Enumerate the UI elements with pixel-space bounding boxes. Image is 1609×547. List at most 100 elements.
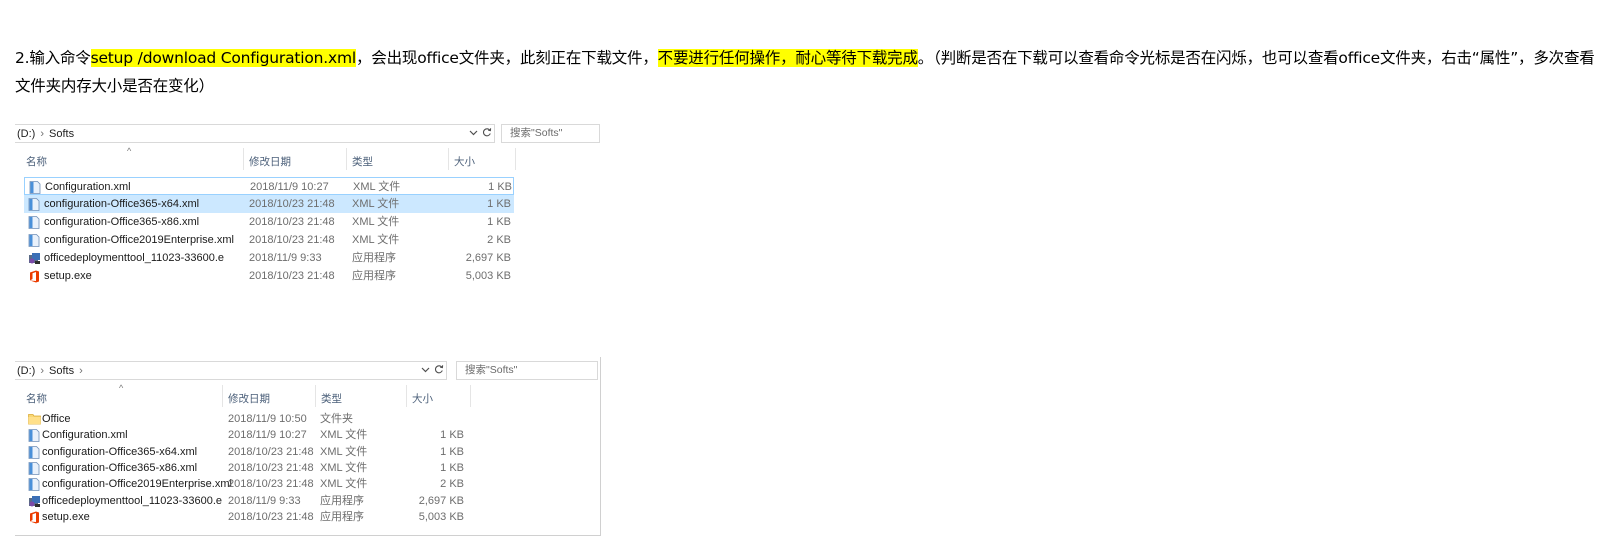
- column-header-row: ^ 名称 修改日期 类型 大小: [15, 146, 600, 172]
- file-row[interactable]: configuration-Office365-x64.xml 2018/10/2…: [24, 195, 514, 213]
- file-date: 2018/10/23 21:48: [228, 445, 314, 458]
- file-date: 2018/10/23 21:48: [249, 216, 335, 228]
- file-type: XML 文件: [320, 478, 368, 491]
- file-type: 应用程序: [320, 510, 364, 523]
- highlighted-warning: 不要进行任何操作，耐心等待下载完成: [657, 49, 918, 67]
- column-divider[interactable]: [515, 148, 516, 170]
- file-name: configuration-Office365-x86.xml: [44, 216, 200, 228]
- file-size: 1 KB: [440, 461, 464, 474]
- installer-icon: [28, 252, 40, 265]
- column-header-name[interactable]: 名称: [26, 154, 47, 169]
- column-divider[interactable]: [470, 385, 471, 407]
- search-input[interactable]: 搜索"Softs": [456, 361, 598, 380]
- breadcrumb-drive[interactable]: (D:): [17, 365, 35, 377]
- column-divider[interactable]: [346, 148, 347, 170]
- file-type: XML 文件: [352, 234, 400, 246]
- file-row[interactable]: Configuration.xml 2018/11/9 10:27 XML 文件 1 …: [24, 426, 484, 444]
- column-divider[interactable]: [406, 385, 407, 407]
- file-name: configuration-Office2019Enterprise.xml: [42, 478, 232, 491]
- file-name: configuration-Office365-x64.xml: [44, 198, 200, 210]
- file-date: 2018/11/9 9:33: [249, 252, 322, 264]
- instruction-text-1: 2.输入命令: [15, 49, 91, 67]
- file-row[interactable]: Office 2018/11/9 10:50 文件夹: [24, 410, 484, 428]
- column-header-name[interactable]: 名称: [26, 391, 47, 406]
- file-size: 1 KB: [487, 198, 511, 210]
- file-row[interactable]: officedeploymenttool_11023-33600.e 2018/1…: [24, 492, 484, 510]
- breadcrumb-separator-icon: ›: [40, 127, 44, 140]
- file-date: 2018/10/23 21:48: [228, 510, 314, 523]
- column-divider[interactable]: [315, 385, 316, 407]
- breadcrumb-folder[interactable]: Softs: [49, 128, 74, 140]
- file-size: 2 KB: [487, 234, 511, 246]
- column-header-size[interactable]: 大小: [412, 391, 433, 406]
- installer-icon: [28, 495, 40, 508]
- file-date: 2018/11/9 10:50: [228, 413, 307, 425]
- file-row[interactable]: Configuration.xml 2018/11/9 10:27 XML 文件 1 …: [24, 177, 514, 195]
- sort-ascending-icon: ^: [119, 383, 124, 393]
- file-size: 1 KB: [487, 216, 511, 228]
- column-divider[interactable]: [222, 385, 223, 407]
- highlighted-command: setup /download Configuration.xml: [90, 49, 356, 67]
- xml-file-icon: [28, 478, 40, 492]
- file-name: setup.exe: [44, 270, 92, 282]
- file-type: XML 文件: [352, 198, 400, 210]
- breadcrumb-folder[interactable]: Softs: [49, 365, 74, 377]
- instruction-text-2: ，会出现office文件夹，此刻正在下载文件，: [356, 49, 658, 67]
- file-type: XML 文件: [353, 181, 401, 193]
- file-row[interactable]: configuration-Office365-x86.xml 2018/10/2…: [24, 213, 514, 231]
- file-type: XML 文件: [320, 429, 368, 442]
- file-explorer-before: (D:) › Softs 搜索"Softs" ^ 名称 修改日期 类型 大小 Con…: [15, 120, 600, 292]
- file-type: 应用程序: [352, 252, 396, 264]
- file-type: 应用程序: [352, 270, 396, 282]
- column-header-date[interactable]: 修改日期: [228, 391, 270, 406]
- file-name: configuration-Office365-x86.xml: [42, 461, 198, 474]
- address-bar[interactable]: (D:) › Softs ›: [15, 361, 447, 380]
- refresh-icon[interactable]: [480, 127, 494, 140]
- file-size: 1 KB: [488, 181, 512, 193]
- column-header-type[interactable]: 类型: [352, 154, 373, 169]
- refresh-icon[interactable]: [432, 364, 446, 377]
- column-header-date[interactable]: 修改日期: [249, 154, 291, 169]
- file-date: 2018/11/9 9:33: [228, 494, 301, 507]
- file-size: 5,003 KB: [465, 270, 511, 282]
- file-size: 2,697 KB: [418, 494, 464, 507]
- instruction-paragraph: 2.输入命令setup /download Configuration.xml，…: [15, 44, 1595, 100]
- file-name: Configuration.xml: [45, 181, 131, 193]
- file-row[interactable]: configuration-Office365-x64.xml 2018/10/2…: [24, 443, 484, 461]
- breadcrumb: (D:) › Softs ›: [15, 365, 88, 377]
- file-date: 2018/10/23 21:48: [249, 234, 335, 246]
- file-name: configuration-Office365-x64.xml: [42, 445, 198, 458]
- column-header-size[interactable]: 大小: [454, 154, 475, 169]
- xml-file-icon: [28, 445, 40, 459]
- file-row[interactable]: officedeploymenttool_11023-33600.e 2018/1…: [24, 249, 514, 267]
- file-row[interactable]: setup.exe 2018/10/23 21:48 应用程序 5,003 KB: [24, 267, 514, 285]
- chevron-down-icon[interactable]: [418, 365, 432, 376]
- file-size: 2 KB: [440, 478, 464, 491]
- file-row[interactable]: configuration-Office2019Enterprise.xml 20…: [24, 231, 514, 249]
- file-type: XML 文件: [320, 445, 368, 458]
- file-row[interactable]: configuration-Office365-x86.xml 2018/10/2…: [24, 459, 484, 477]
- file-date: 2018/10/23 21:48: [249, 198, 335, 210]
- file-type: XML 文件: [352, 216, 400, 228]
- file-size: 5,003 KB: [418, 510, 464, 523]
- column-divider[interactable]: [448, 148, 449, 170]
- breadcrumb-separator-icon: ›: [40, 364, 44, 377]
- file-type: 文件夹: [320, 413, 353, 425]
- chevron-down-icon[interactable]: [466, 128, 480, 139]
- breadcrumb: (D:) › Softs: [15, 128, 74, 140]
- file-explorer-after: (D:) › Softs › 搜索"Softs" ^ 名称 修改日期 类型 大小 Of…: [15, 357, 601, 536]
- xml-file-icon: [28, 429, 40, 443]
- address-bar[interactable]: (D:) › Softs: [15, 124, 495, 143]
- xml-file-icon: [28, 461, 40, 475]
- column-divider[interactable]: [243, 148, 244, 170]
- search-input[interactable]: 搜索"Softs": [501, 124, 600, 143]
- office-logo-icon: [28, 270, 40, 283]
- xml-file-icon: [28, 216, 40, 229]
- breadcrumb-drive[interactable]: (D:): [17, 128, 35, 140]
- file-row[interactable]: configuration-Office2019Enterprise.xml 20…: [24, 475, 484, 493]
- file-date: 2018/11/9 10:27: [228, 429, 307, 442]
- breadcrumb-separator-icon: ›: [79, 364, 83, 377]
- file-row[interactable]: setup.exe 2018/10/23 21:48 应用程序 5,003 KB: [24, 508, 484, 526]
- column-header-type[interactable]: 类型: [321, 391, 342, 406]
- file-date: 2018/11/9 10:27: [250, 181, 329, 193]
